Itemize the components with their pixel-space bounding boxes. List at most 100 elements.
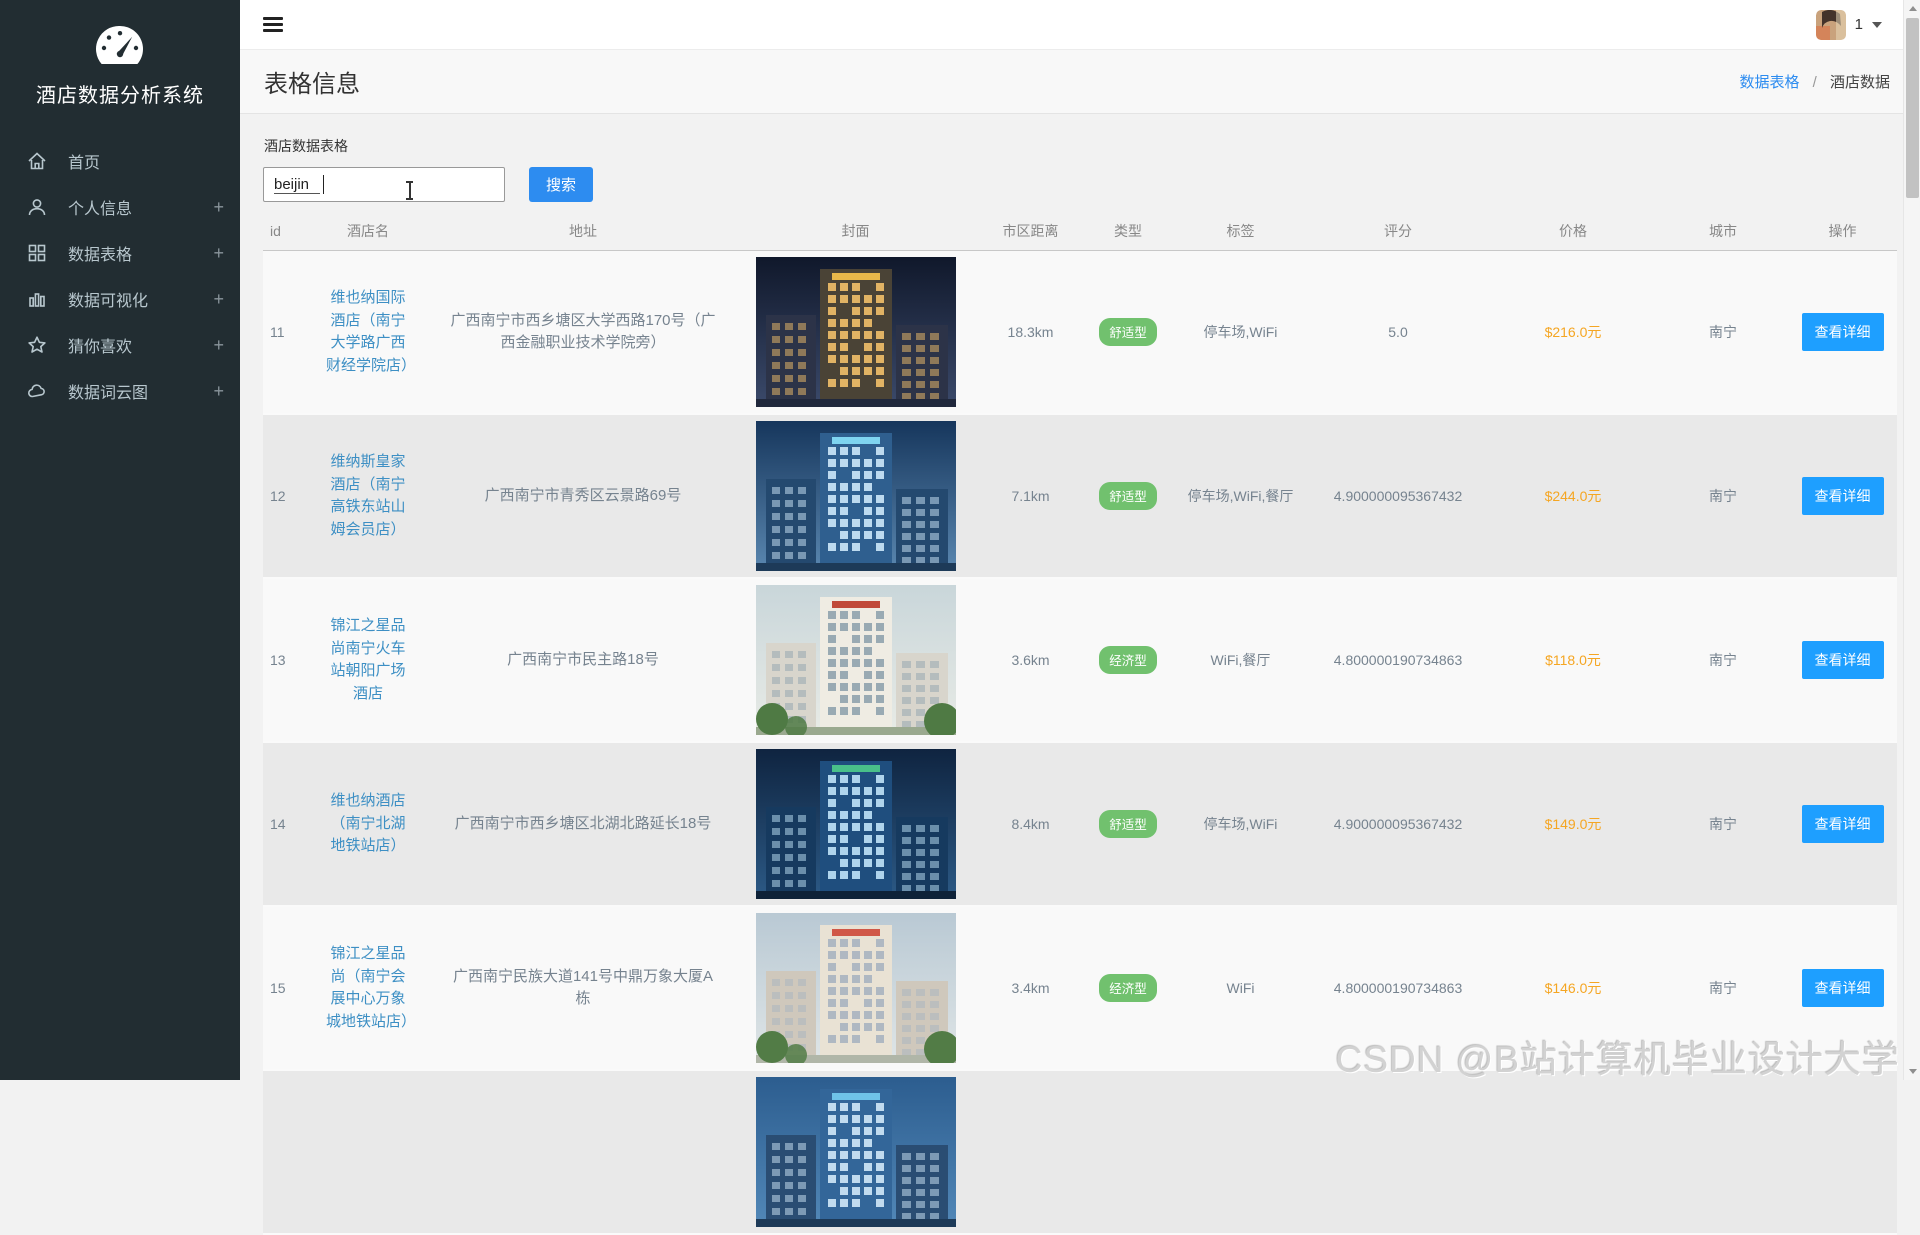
cell-action [1788,1070,1897,1234]
hotel-photo [756,1077,956,1227]
cell-distance: 3.6km [978,578,1083,742]
breadcrumb: 数据表格 / 酒店数据 [1739,71,1890,92]
user-menu[interactable]: 1 [1816,10,1882,40]
hotel-photo-image [756,421,956,571]
scroll-down-arrow[interactable] [1904,1063,1920,1080]
gauge-logo-icon [93,24,147,66]
expand-plus-icon[interactable]: + [213,382,224,400]
hotel-name-link[interactable]: 锦江之星品尚南宁火车站朝阳广场酒店 [326,615,410,705]
cell-address: 广西南宁市青秀区云景路69号 [433,414,733,578]
sidebar-item-label: 个人信息 [68,195,132,219]
watermark: CSDN @B站计算机毕业设计大学 [1336,1029,1900,1083]
sidebar-item-visualization[interactable]: 数据可视化 + [0,276,240,322]
search-row: 搜索 [263,167,1894,202]
expand-plus-icon[interactable]: + [213,290,224,308]
cell-hotel-name: 维也纳酒店（南宁北湖地铁站店） [303,742,433,906]
cell-address: 广西南宁民族大道141号中鼎万象大厦A栋 [433,906,733,1070]
hotel-photo-image [756,749,956,899]
cell-rating [1308,1070,1488,1234]
sidebar-toggle-button[interactable] [263,17,283,32]
cell-address [433,1070,733,1234]
star-icon [27,335,47,355]
sidebar-nav: 首页 个人信息 + 数据表格 + 数据可视化 + [0,138,240,414]
cell-address: 广西南宁市西乡塘区大学西路170号（广西金融职业技术学院旁） [433,251,733,415]
cell-type: 经济型 [1083,906,1173,1070]
table-row: 12维纳斯皇家酒店（南宁高铁东站山姆会员店）广西南宁市青秀区云景路69号 7.1… [263,414,1897,578]
view-detail-button[interactable]: 查看详细 [1802,969,1884,1007]
sidebar-item-data-table[interactable]: 数据表格 + [0,230,240,276]
search-button[interactable]: 搜索 [529,167,593,202]
cell-hotel-name: 锦江之星品尚（南宁会展中心万象城地铁站店） [303,906,433,1070]
sidebar-item-home[interactable]: 首页 [0,138,240,184]
table-row: 14维也纳酒店（南宁北湖地铁站店）广西南宁市西乡塘区北湖北路延长18号 8.4k… [263,742,1897,906]
hotel-name-link[interactable]: 维纳斯皇家酒店（南宁高铁东站山姆会员店） [326,451,410,541]
scrollbar[interactable] [1903,0,1920,1080]
bar-chart-icon [27,289,47,309]
view-detail-button[interactable]: 查看详细 [1802,313,1884,351]
cell-rating: 5.0 [1308,251,1488,415]
header-id: id [263,214,303,251]
sidebar-item-label: 数据可视化 [68,287,148,311]
hotel-photo [756,913,956,1063]
cell-action: 查看详细 [1788,742,1897,906]
breadcrumb-separator: / [1813,74,1817,91]
cell-id: 13 [263,578,303,742]
view-detail-button[interactable]: 查看详细 [1802,805,1884,843]
type-badge: 舒适型 [1099,482,1157,510]
sidebar-item-wordcloud[interactable]: 数据词云图 + [0,368,240,414]
text-caret [323,175,324,194]
hotel-name-link[interactable]: 维也纳酒店（南宁北湖地铁站店） [326,790,410,858]
table-row-partial [263,1070,1897,1234]
hotel-photo-image [756,585,956,735]
hotel-name-link[interactable]: 锦江之星品尚（南宁会展中心万象城地铁站店） [326,943,410,1033]
price-text: $244.0元 [1545,488,1602,504]
scrollbar-thumb[interactable] [1906,18,1919,198]
header-tags: 标签 [1173,214,1308,251]
expand-plus-icon[interactable]: + [213,244,224,262]
sidebar-item-profile[interactable]: 个人信息 + [0,184,240,230]
cell-price: $244.0元 [1488,414,1658,578]
cell-rating: 4.800000190734863 [1308,578,1488,742]
price-text: $216.0元 [1545,324,1602,340]
search-input[interactable] [263,167,505,202]
sidebar-item-label: 首页 [68,149,100,173]
avatar [1816,10,1846,40]
cell-photo [733,251,978,415]
table-row: 13锦江之星品尚南宁火车站朝阳广场酒店广西南宁市民主路18号 3.6km经济型W… [263,578,1897,742]
app-logo: 酒店数据分析系统 [0,0,240,108]
cell-price [1488,1070,1658,1234]
table-row: 11维也纳国际酒店（南宁大学路广西财经学院店）广西南宁市西乡塘区大学西路170号… [263,251,1897,415]
cell-rating: 4.900000095367432 [1308,414,1488,578]
sidebar-item-recommend[interactable]: 猜你喜欢 + [0,322,240,368]
cell-tags [1173,1070,1308,1234]
cell-tags: WiFi,餐厅 [1173,578,1308,742]
breadcrumb-link-data-table[interactable]: 数据表格 [1739,74,1799,91]
hotel-name-link[interactable]: 维也纳国际酒店（南宁大学路广西财经学院店） [326,287,410,377]
sidebar: 酒店数据分析系统 首页 个人信息 + 数据表格 + [0,0,240,1080]
header-city: 城市 [1658,214,1788,251]
cell-city: 南宁 [1658,742,1788,906]
hotel-photo [756,421,956,571]
expand-plus-icon[interactable]: + [213,198,224,216]
cell-price: $216.0元 [1488,251,1658,415]
scroll-up-arrow[interactable] [1904,0,1920,17]
cell-photo [733,906,978,1070]
cell-city [1658,1070,1788,1234]
topbar: 1 [240,0,1920,50]
cell-city: 南宁 [1658,251,1788,415]
view-detail-button[interactable]: 查看详细 [1802,477,1884,515]
grid-icon [27,243,47,263]
cell-id: 12 [263,414,303,578]
caret-down-icon [1872,22,1882,28]
expand-plus-icon[interactable]: + [213,336,224,354]
type-badge: 经济型 [1099,974,1157,1002]
header-hotel-name: 酒店名 [303,214,433,251]
user-icon [27,197,47,217]
hotel-photo [756,585,956,735]
price-text: $146.0元 [1545,980,1602,996]
cell-photo [733,742,978,906]
cell-city: 南宁 [1658,578,1788,742]
cell-type: 舒适型 [1083,742,1173,906]
header-address: 地址 [433,214,733,251]
view-detail-button[interactable]: 查看详细 [1802,641,1884,679]
